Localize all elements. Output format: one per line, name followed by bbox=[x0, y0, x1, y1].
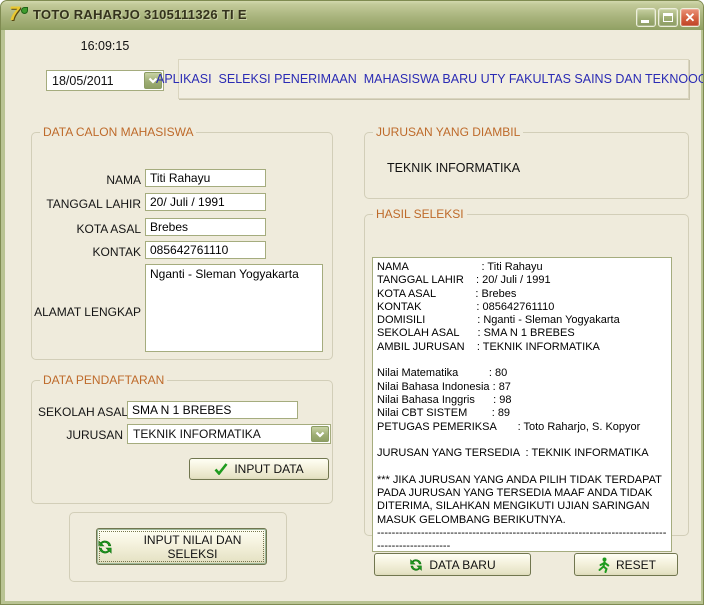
nama-label: NAMA bbox=[106, 173, 141, 187]
data-baru-label: DATA BARU bbox=[429, 557, 496, 572]
kontak-input[interactable] bbox=[145, 241, 266, 259]
jurusan-select[interactable]: TEKNIK INFORMATIKA bbox=[127, 424, 331, 444]
chevron-down-icon bbox=[315, 431, 325, 438]
tanggal-lahir-label: TANGGAL LAHIR bbox=[46, 197, 141, 211]
group-title: HASIL SELEKSI bbox=[373, 207, 467, 221]
group-hasil-seleksi: HASIL SELEKSI NAMA : Titi Rahayu TANGGAL… bbox=[364, 207, 689, 552]
group-data-calon-mahasiswa: DATA CALON MAHASISWA NAMA TANGGAL LAHIR … bbox=[31, 125, 333, 360]
refresh-arrows-icon bbox=[97, 539, 113, 555]
input-data-button[interactable]: INPUT DATA bbox=[189, 458, 329, 480]
running-man-icon bbox=[596, 557, 610, 573]
sekolah-asal-label: SEKOLAH ASAL bbox=[38, 405, 129, 419]
group-jurusan-yang-diambil: JURUSAN YANG DIAMBIL TEKNIK INFORMATIKA bbox=[364, 125, 689, 199]
delphi-7-icon: 7 bbox=[8, 4, 28, 26]
data-baru-button[interactable]: DATA BARU bbox=[374, 553, 531, 576]
app-window: 7 TOTO RAHARJO 3105111326 TI E ✕ 16:09:1… bbox=[0, 0, 704, 605]
date-picker[interactable]: 18/05/2011 bbox=[46, 70, 164, 91]
app-banner: APLIKASI SELEKSI PENERIMAAN MAHASISWA BA… bbox=[156, 59, 703, 99]
group-title: JURUSAN YANG DIAMBIL bbox=[373, 125, 524, 139]
nama-input[interactable] bbox=[145, 169, 266, 187]
time-label: 16:09:15 bbox=[80, 39, 130, 53]
jurusan-selected-value: TEKNIK INFORMATIKA bbox=[133, 427, 261, 441]
jurusan-label: JURUSAN bbox=[66, 428, 123, 442]
reset-button[interactable]: RESET bbox=[574, 553, 678, 576]
kontak-label: KONTAK bbox=[92, 245, 141, 259]
kota-asal-input[interactable] bbox=[145, 218, 266, 236]
date-value: 18/05/2011 bbox=[52, 73, 114, 88]
window-title: TOTO RAHARJO 3105111326 TI E bbox=[33, 7, 247, 22]
tanggal-lahir-input[interactable] bbox=[145, 193, 266, 211]
maximize-button[interactable] bbox=[658, 8, 678, 27]
reset-label: RESET bbox=[615, 557, 656, 572]
input-nilai-label: INPUT NILAI DAN SELEKSI bbox=[143, 532, 242, 561]
banner-text: APLIKASI SELEKSI PENERIMAAN MAHASISWA BA… bbox=[156, 72, 704, 86]
group-data-pendaftaran: DATA PENDAFTARAN SEKOLAH ASAL JURUSAN TE… bbox=[31, 373, 333, 504]
alamat-lengkap-textarea[interactable]: Nganti - Sleman Yogyakarta bbox=[145, 264, 323, 352]
jurusan-dropdown-button[interactable] bbox=[311, 426, 329, 442]
group-title: DATA CALON MAHASISWA bbox=[40, 125, 197, 139]
input-data-label: INPUT DATA bbox=[234, 462, 304, 476]
close-icon: ✕ bbox=[684, 10, 696, 25]
sekolah-asal-input[interactable] bbox=[127, 401, 298, 419]
alamat-lengkap-label: ALAMAT LENGKAP bbox=[34, 305, 141, 319]
title-bar[interactable]: 7 TOTO RAHARJO 3105111326 TI E ✕ bbox=[1, 1, 703, 30]
form-surface: 16:09:15 18/05/2011 APLIKASI SELEKSI PEN… bbox=[5, 30, 703, 601]
hasil-seleksi-memo[interactable]: NAMA : Titi Rahayu TANGGAL LAHIR : 20/ J… bbox=[372, 257, 672, 552]
maximize-icon bbox=[663, 13, 673, 22]
check-icon bbox=[214, 463, 228, 475]
input-nilai-dan-seleksi-button[interactable]: INPUT NILAI DAN SELEKSI bbox=[96, 528, 267, 565]
refresh-arrows-icon bbox=[409, 558, 423, 572]
group-title: DATA PENDAFTARAN bbox=[40, 373, 168, 387]
minimize-icon bbox=[641, 20, 649, 23]
frame-input-nilai: INPUT NILAI DAN SELEKSI bbox=[69, 512, 287, 582]
minimize-button[interactable] bbox=[636, 8, 656, 27]
close-button[interactable]: ✕ bbox=[680, 8, 700, 27]
kota-asal-label: KOTA ASAL bbox=[76, 222, 141, 236]
jurusan-diambil-value: TEKNIK INFORMATIKA bbox=[387, 161, 521, 175]
